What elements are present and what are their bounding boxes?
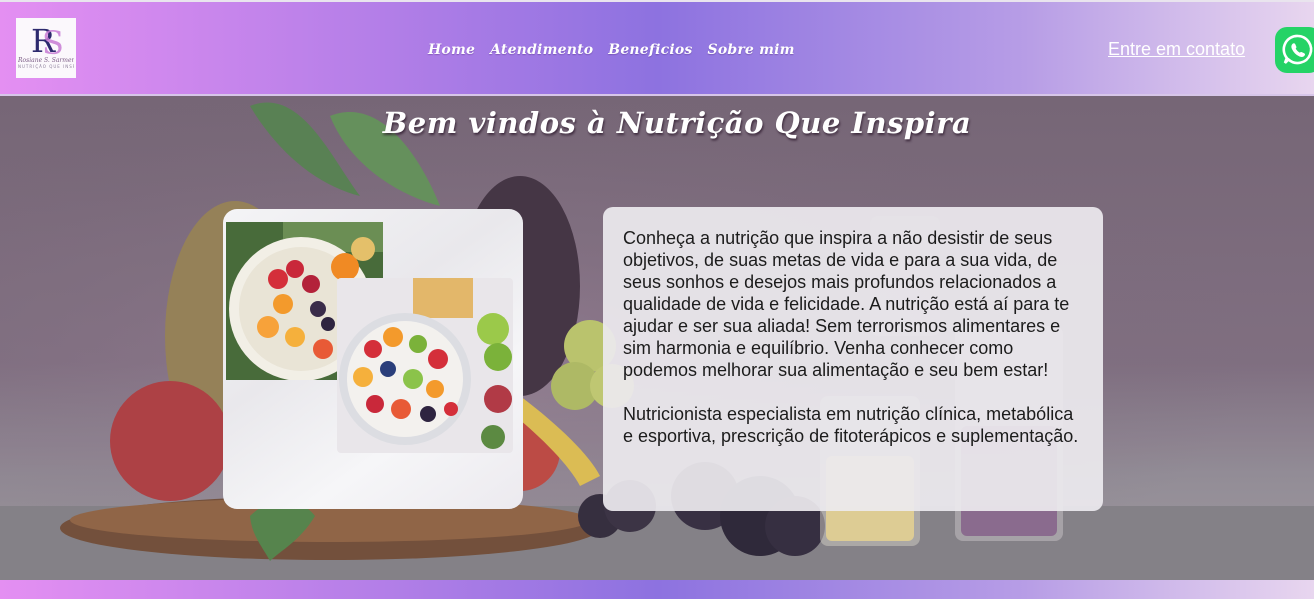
specialty-paragraph: Nutricionista especialista em nutrição c… [623,404,1079,446]
nav-sobre-mim[interactable]: Sobre mim [708,42,795,58]
svg-text:S: S [42,24,64,57]
logo-monogram: R S [31,22,64,57]
intro-paragraph: Conheça a nutrição que inspira a não des… [623,228,1070,380]
nav-home[interactable]: Home [428,42,475,58]
logo-subtitle: NUTRIÇÃO QUE INSPIRA [18,64,74,69]
nav-beneficios[interactable]: Beneficios [608,42,692,58]
food-photo-card [223,209,523,509]
hero-title: Bem vindos à Nutrição Que Inspira [382,106,972,140]
site-footer [0,580,1314,599]
intro-text-card: Conheça a nutrição que inspira a não des… [603,207,1103,511]
site-header: R S Rosiane S. Sarmento NUTRIÇÃO QUE INS… [0,2,1314,96]
main-nav: Home Atendimento Beneficios Sobre mim [428,42,795,58]
brand-logo[interactable]: R S Rosiane S. Sarmento NUTRIÇÃO QUE INS… [16,18,76,78]
whatsapp-button[interactable] [1275,27,1314,73]
whatsapp-icon [1282,34,1313,65]
contact-link[interactable]: Entre em contato [1108,39,1245,60]
logo-tagline: Rosiane S. Sarmento [18,57,74,64]
nav-atendimento[interactable]: Atendimento [490,42,593,58]
hero-section: Bem vindos à Nutrição Que Inspira Conheç… [0,96,1314,580]
fruit-bowl-photos [226,222,513,453]
